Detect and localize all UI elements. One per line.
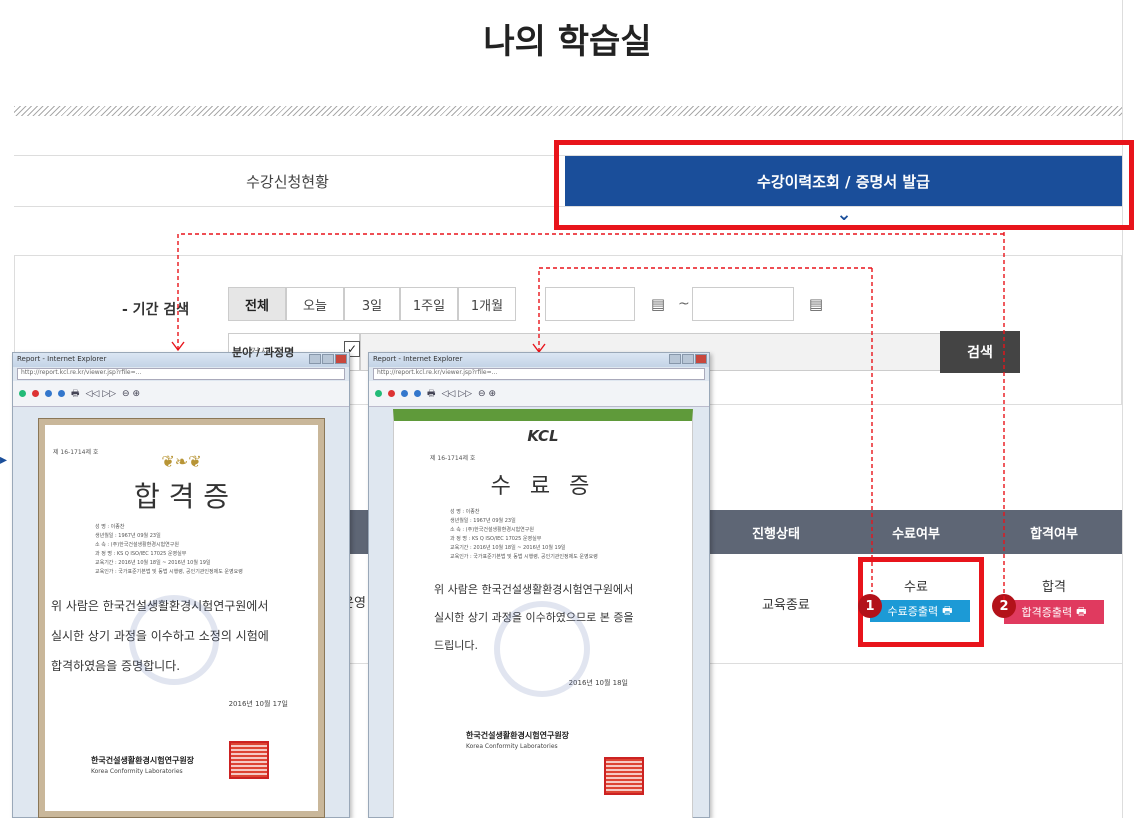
window-titlebar: Report - Internet Explorer bbox=[369, 353, 709, 367]
left-pointer-icon: ▸ bbox=[0, 452, 8, 468]
issuer-name-en: Korea Conformity Laboratories bbox=[91, 768, 183, 775]
maximize-icon[interactable] bbox=[322, 354, 334, 364]
page-root: 나의 학습실 수강신청현황 수강이력조회 / 증명서 발급 ⌄ - 기간 검색 … bbox=[0, 0, 1135, 818]
address-bar[interactable]: http://report.kcl.re.kr/viewer.jsp?rfile… bbox=[17, 368, 345, 380]
field-birth: 생년월일 : 1967년 09월 23일 bbox=[95, 533, 161, 539]
window-controls bbox=[669, 354, 707, 364]
maximize-icon[interactable] bbox=[682, 354, 694, 364]
cert-heading: 수 료 증 bbox=[490, 474, 596, 499]
zoom-icon[interactable]: ⊖ ⊕ bbox=[478, 389, 496, 399]
window-controls bbox=[309, 354, 347, 364]
field-accreditation: 교육인가 : 국가표준기본법 및 동법 시행령, 공인기관인정제도 운영요령 bbox=[95, 569, 243, 575]
watermark-seal bbox=[129, 595, 219, 685]
window-title: Report - Internet Explorer bbox=[373, 355, 463, 363]
body-line: 위 사람은 한국건설생활환경시험연구원에서 bbox=[434, 583, 634, 596]
pass-certificate-window: Report - Internet Explorer http://report… bbox=[12, 352, 350, 818]
kcl-logo: KCL bbox=[527, 427, 559, 445]
page-nav-icon[interactable]: ◁◁ ▷▷ bbox=[442, 389, 473, 399]
pass-certificate-page: 제 16-1714제 호 ❦❧❦ 합 격 증 성 명 : 이종찬 생년월일 : … bbox=[38, 418, 325, 818]
minimize-icon[interactable] bbox=[309, 354, 321, 364]
page-nav-icon[interactable]: ◁◁ ▷▷ bbox=[86, 389, 117, 399]
completion-certificate-page: KCL 제 16-1714제 호 수 료 증 성 명 : 이종찬 생년월일 : … bbox=[393, 409, 693, 818]
official-seal bbox=[229, 741, 269, 779]
zoom-icon[interactable]: ⊖ ⊕ bbox=[122, 389, 140, 399]
watermark-seal bbox=[494, 601, 590, 697]
close-icon[interactable] bbox=[335, 354, 347, 364]
field-course: 과 정 명 : KS Q ISO/IEC 17025 운영실무 bbox=[450, 536, 542, 542]
cert-number: 제 16-1714제 호 bbox=[430, 455, 476, 462]
field-period: 교육기간 : 2016년 10월 18일 ~ 2016년 10월 19일 bbox=[450, 545, 566, 551]
cert-fields: 성 명 : 이종찬 생년월일 : 1967년 09월 23일 소 속 : (주)… bbox=[450, 508, 692, 562]
cert-heading: 합 격 증 bbox=[133, 480, 230, 513]
field-name: 성 명 : 이종찬 bbox=[95, 524, 125, 530]
field-birth: 생년월일 : 1967년 09월 23일 bbox=[450, 518, 516, 524]
connector-completion-top bbox=[538, 267, 872, 352]
connector-pass-top bbox=[177, 233, 1004, 350]
issuer-name-en: Korea Conformity Laboratories bbox=[466, 743, 558, 750]
field-org: 소 속 : (주)한국건설생활환경시험연구원 bbox=[95, 542, 179, 548]
print-icon[interactable]: 🖶 bbox=[427, 386, 436, 402]
print-icon[interactable]: 🖶 bbox=[71, 386, 80, 402]
field-org: 소 속 : (주)한국건설생활환경시험연구원 bbox=[450, 527, 534, 533]
close-icon[interactable] bbox=[695, 354, 707, 364]
field-period: 교육기간 : 2016년 10월 18일 ~ 2016년 10월 19일 bbox=[95, 560, 211, 566]
window-title: Report - Internet Explorer bbox=[17, 355, 107, 363]
cert-date: 2016년 10월 17일 bbox=[228, 700, 288, 708]
field-course: 과 정 명 : KS Q ISO/IEC 17025 운영실무 bbox=[95, 551, 187, 557]
field-accreditation: 교육인가 : 국가표준기본법 및 동법 시행령, 공인기관인정제도 운영요령 bbox=[450, 554, 598, 560]
viewer-toolbar: 🖶 ◁◁ ▷▷ ⊖ ⊕ bbox=[369, 381, 709, 407]
cert-fields: 성 명 : 이종찬 생년월일 : 1967년 09월 23일 소 속 : (주)… bbox=[95, 523, 318, 577]
issuer-name: 한국건설생활환경시험연구원장 bbox=[91, 756, 195, 765]
field-category-label: 분야 / 과정명 bbox=[232, 346, 295, 359]
official-seal bbox=[604, 757, 644, 795]
viewer-toolbar: 🖶 ◁◁ ▷▷ ⊖ ⊕ bbox=[13, 381, 349, 407]
issuer-name: 한국건설생활환경시험연구원장 bbox=[466, 731, 570, 740]
field-name: 성 명 : 이종찬 bbox=[450, 509, 480, 515]
minimize-icon[interactable] bbox=[669, 354, 681, 364]
address-bar[interactable]: http://report.kcl.re.kr/viewer.jsp?rfile… bbox=[373, 368, 705, 380]
completion-certificate-window: Report - Internet Explorer http://report… bbox=[368, 352, 710, 818]
window-titlebar: Report - Internet Explorer bbox=[13, 353, 349, 367]
